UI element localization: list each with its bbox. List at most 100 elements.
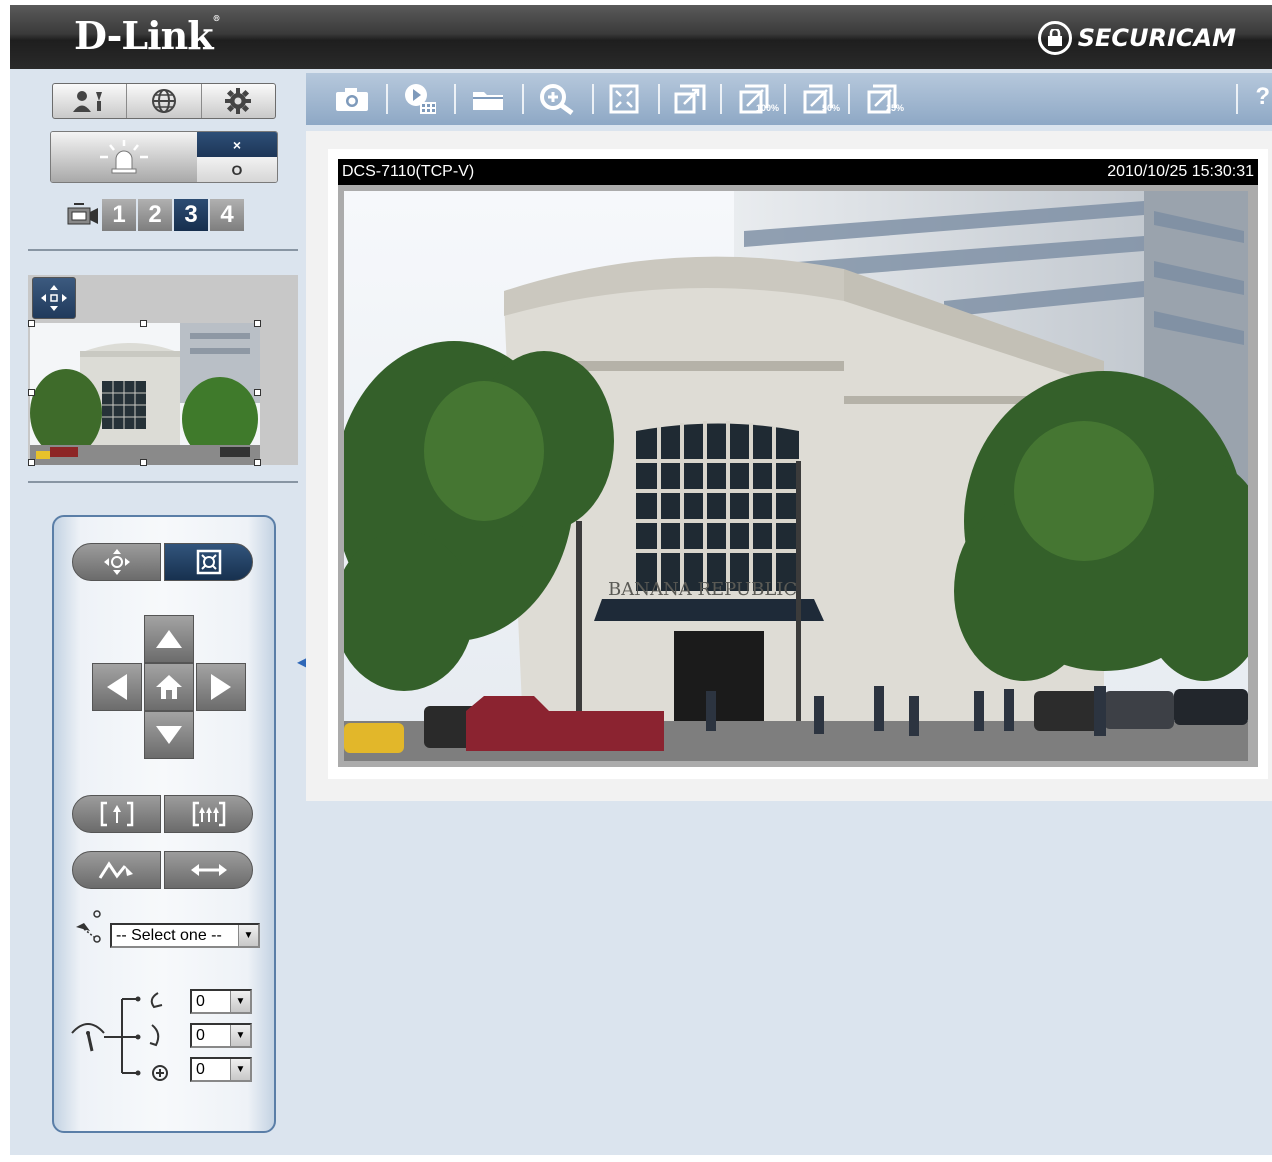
user-settings-icon — [72, 91, 102, 112]
resize-handle[interactable] — [28, 459, 35, 466]
gear-icon — [225, 88, 252, 114]
lock-icon — [1037, 21, 1072, 55]
channel-3-button[interactable]: 3 — [174, 199, 208, 231]
video-info-bar: DCS-7110(TCP-V) 2010/10/25 15:30:31 — [338, 159, 1258, 185]
channel-4-button[interactable]: 4 — [210, 199, 244, 231]
resize-handle[interactable] — [28, 389, 35, 396]
arrow-up-icon — [156, 630, 182, 648]
video-frame: DCS-7110(TCP-V) 2010/10/25 15:30:31 BANA… — [328, 149, 1268, 779]
ptz-control-panel: -- Select one -- ▼ 0 ▼ 0 ▼ 0 ▼ — [52, 515, 276, 1133]
video-timestamp: 2010/10/25 15:30:31 — [1107, 163, 1254, 180]
preset-select[interactable]: -- Select one -- ▼ — [110, 923, 260, 948]
camera-feed-image: BANANA REPUBLIC — [344, 191, 1248, 761]
channel-selector: 1 2 3 4 — [66, 199, 244, 231]
speed-control-diagram — [64, 985, 186, 1085]
alarm-light-icon — [100, 140, 148, 174]
arrow-down-icon — [156, 726, 182, 744]
zoom-in-icon — [100, 801, 133, 827]
eptz-mode-button[interactable] — [164, 543, 253, 581]
tilt-speed-select[interactable]: 0 ▼ — [190, 1023, 252, 1048]
full-screen-button[interactable] — [604, 81, 644, 117]
digital-zoom-button[interactable] — [536, 81, 580, 117]
zoom-out-button[interactable] — [164, 795, 253, 833]
home-position-button[interactable] — [144, 663, 194, 711]
zoom-50-label: 50% — [822, 103, 841, 113]
settings-button[interactable] — [202, 84, 275, 118]
sidebar: × O 1 2 3 4 -- Select one -- ▼ 0 ▼ 0 ▼ 0… — [10, 69, 306, 1155]
zoom-out-icon — [192, 801, 225, 827]
zoom-50-button[interactable]: 50% — [794, 81, 842, 117]
zoom-magnifier-icon — [540, 84, 574, 115]
divider — [28, 481, 298, 483]
patrol-button[interactable] — [72, 851, 161, 889]
chevron-down-icon: ▼ — [238, 925, 258, 946]
video-area: DCS-7110(TCP-V) 2010/10/25 15:30:31 BANA… — [306, 131, 1272, 801]
help-button[interactable]: ? — [1255, 83, 1270, 111]
zoom-speed-select[interactable]: 0 ▼ — [190, 1057, 252, 1082]
zoom-control — [72, 795, 253, 833]
pan-up-button[interactable] — [144, 615, 194, 663]
pan-right-button[interactable] — [196, 663, 246, 711]
collapse-sidebar-icon[interactable]: ◀ — [297, 655, 306, 669]
camera-icon — [336, 88, 368, 111]
move-view-button[interactable] — [32, 277, 76, 319]
resize-handle[interactable] — [140, 320, 147, 327]
header-bar: D-Link® SECURICAM — [10, 5, 1272, 69]
channel-2-button[interactable]: 2 — [138, 199, 172, 231]
patrol-path-icon — [98, 861, 133, 879]
securicam-logo: SECURICAM — [1037, 21, 1236, 55]
chevron-down-icon: ▼ — [230, 1059, 250, 1080]
folder-icon — [473, 92, 503, 110]
preset-icon — [72, 909, 106, 945]
storage-folder-button[interactable] — [468, 81, 508, 117]
resize-handle[interactable] — [254, 389, 261, 396]
top-button-group — [52, 83, 276, 119]
resize-handle[interactable] — [140, 459, 147, 466]
chevron-down-icon: ▼ — [230, 991, 250, 1012]
alarm-control: × O — [50, 131, 278, 183]
camera-name: DCS-7110(TCP-V) — [342, 163, 475, 180]
pan-down-button[interactable] — [144, 711, 194, 759]
pan-speed-select[interactable]: 0 ▼ — [190, 989, 252, 1014]
ptz-mode-toggle — [72, 543, 253, 581]
zoom-100-button[interactable]: 100% — [730, 81, 780, 117]
dlink-logo: D-Link® — [74, 13, 221, 58]
pan-left-button[interactable] — [92, 663, 142, 711]
record-button[interactable] — [400, 81, 440, 117]
resize-handle[interactable] — [28, 320, 35, 327]
resize-handle[interactable] — [254, 459, 261, 466]
app-window: D-Link® SECURICAM × O 1 2 3 4 -- Select … — [10, 5, 1272, 1155]
zoom-100-label: 100% — [756, 103, 780, 113]
zoom-in-button[interactable] — [72, 795, 161, 833]
camera-channel-icon — [66, 199, 100, 231]
alarm-on-button[interactable]: O — [197, 157, 277, 182]
channel-1-button[interactable]: 1 — [102, 199, 136, 231]
user-settings-button[interactable] — [53, 84, 128, 118]
snapshot-button[interactable] — [332, 81, 372, 117]
pan-horizontal-icon — [190, 864, 227, 876]
language-button[interactable] — [127, 84, 202, 118]
pan-tilt-mode-button[interactable] — [72, 543, 161, 581]
move-arrows-icon — [103, 549, 130, 575]
resize-handle[interactable] — [254, 320, 261, 327]
preview-thumbnail[interactable] — [30, 323, 260, 465]
focus-frame-icon — [196, 549, 221, 575]
home-icon — [156, 675, 182, 699]
preview-area — [28, 275, 298, 466]
zoom-25-label: 25% — [886, 103, 905, 113]
divider — [28, 249, 298, 251]
arrow-right-icon — [211, 674, 231, 700]
zoom-25-button[interactable]: 25% — [858, 81, 906, 117]
chevron-down-icon: ▼ — [230, 1025, 250, 1046]
alarm-trigger-button[interactable] — [51, 132, 197, 182]
resize-window-icon — [674, 84, 706, 114]
auto-pan-button[interactable] — [164, 851, 253, 889]
alarm-off-button[interactable]: × — [197, 132, 277, 157]
fullscreen-icon — [609, 84, 639, 114]
live-video[interactable]: DCS-7110(TCP-V) 2010/10/25 15:30:31 BANA… — [338, 159, 1258, 767]
record-icon — [405, 84, 436, 114]
video-toolbar: 100% 50% 25% ? — [306, 73, 1272, 125]
fit-window-button[interactable] — [670, 81, 710, 117]
storefront-sign: BANANA REPUBLIC — [608, 579, 797, 600]
move-arrows-icon — [41, 285, 67, 311]
